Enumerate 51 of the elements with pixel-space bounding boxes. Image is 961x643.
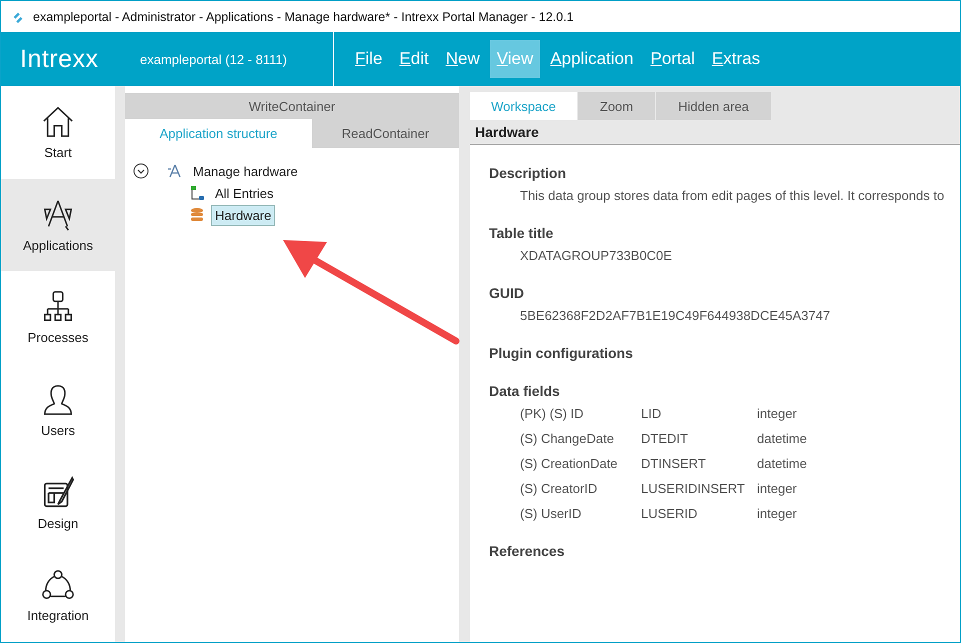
table-cell-text: integer <box>757 506 798 521</box>
panel-title: Hardware <box>475 124 539 140</box>
table-cell-text: integer <box>757 406 798 421</box>
table-cell-text: (S) CreationDate <box>520 456 619 471</box>
menu-item[interactable]: New <box>438 40 487 78</box>
menu-item[interactable]: File <box>348 40 390 78</box>
user-icon <box>41 382 75 417</box>
section-heading: References <box>489 543 566 559</box>
menu-item[interactable]: Extras <box>704 40 768 78</box>
page-icon <box>189 185 205 201</box>
table-cell-text: datetime <box>757 431 808 446</box>
tab[interactable]: Workspace <box>470 92 577 120</box>
tab[interactable]: Zoom <box>578 92 655 120</box>
table-cell-text: LUSERIDINSERT <box>641 481 746 496</box>
sidebar-item[interactable]: Applications <box>1 178 115 272</box>
drafting-tools-icon <box>41 198 75 232</box>
section-heading: Table title <box>489 225 554 241</box>
menu-item[interactable]: Portal <box>643 40 702 78</box>
database-icon <box>189 207 205 223</box>
home-icon <box>41 104 75 139</box>
tab[interactable]: ReadContainer <box>312 119 459 148</box>
collapse-icon[interactable] <box>133 163 149 179</box>
section-value: 5BE62368F2D2AF7B1E19C49F644938DCE45A3747 <box>519 308 832 323</box>
table-cell-text: datetime <box>757 456 808 471</box>
table-cell-text: DTEDIT <box>641 431 689 446</box>
tree-item[interactable]: Manage hardware <box>189 160 302 182</box>
section-heading: Plugin configurations <box>489 345 634 361</box>
section-heading: GUID <box>489 285 525 301</box>
table-cell-text: DTINSERT <box>641 456 707 471</box>
table-cell-text: integer <box>757 481 798 496</box>
window-title: exampleportal - Administrator - Applications - Manage hardware* - Intrexx Portal Manager - 12.0.1 <box>33 10 574 24</box>
menu-item[interactable]: Application <box>543 40 640 78</box>
tab[interactable]: WriteContainer <box>125 93 459 119</box>
section-value: This data group stores data from edit pages of this level. It corresponds to <box>519 188 946 203</box>
table-cell-text: (S) UserID <box>520 506 582 521</box>
table-cell-text: LID <box>641 406 662 421</box>
table-cell-text: (S) CreatorID <box>520 481 598 496</box>
tree-item[interactable]: All Entries <box>211 182 278 204</box>
logo: Intrexx <box>20 44 100 74</box>
table-cell-text: LUSERID <box>641 506 698 521</box>
tab[interactable]: Hidden area <box>656 92 771 120</box>
section-heading: Description <box>489 165 568 181</box>
table-cell-text: (PK) (S) ID <box>520 406 585 421</box>
section-value: XDATAGROUP733B0C0E <box>519 248 673 263</box>
design-layout-icon <box>41 476 75 510</box>
portal-name: exampleportal (12 - 8111) <box>140 52 288 66</box>
menu-item[interactable]: Edit <box>392 40 436 78</box>
tree-item[interactable]: Hardware <box>211 204 276 226</box>
section-heading: Data fields <box>489 383 561 399</box>
drafting-tools-icon <box>167 163 183 179</box>
table-cell-text: (S) ChangeDate <box>520 431 615 446</box>
